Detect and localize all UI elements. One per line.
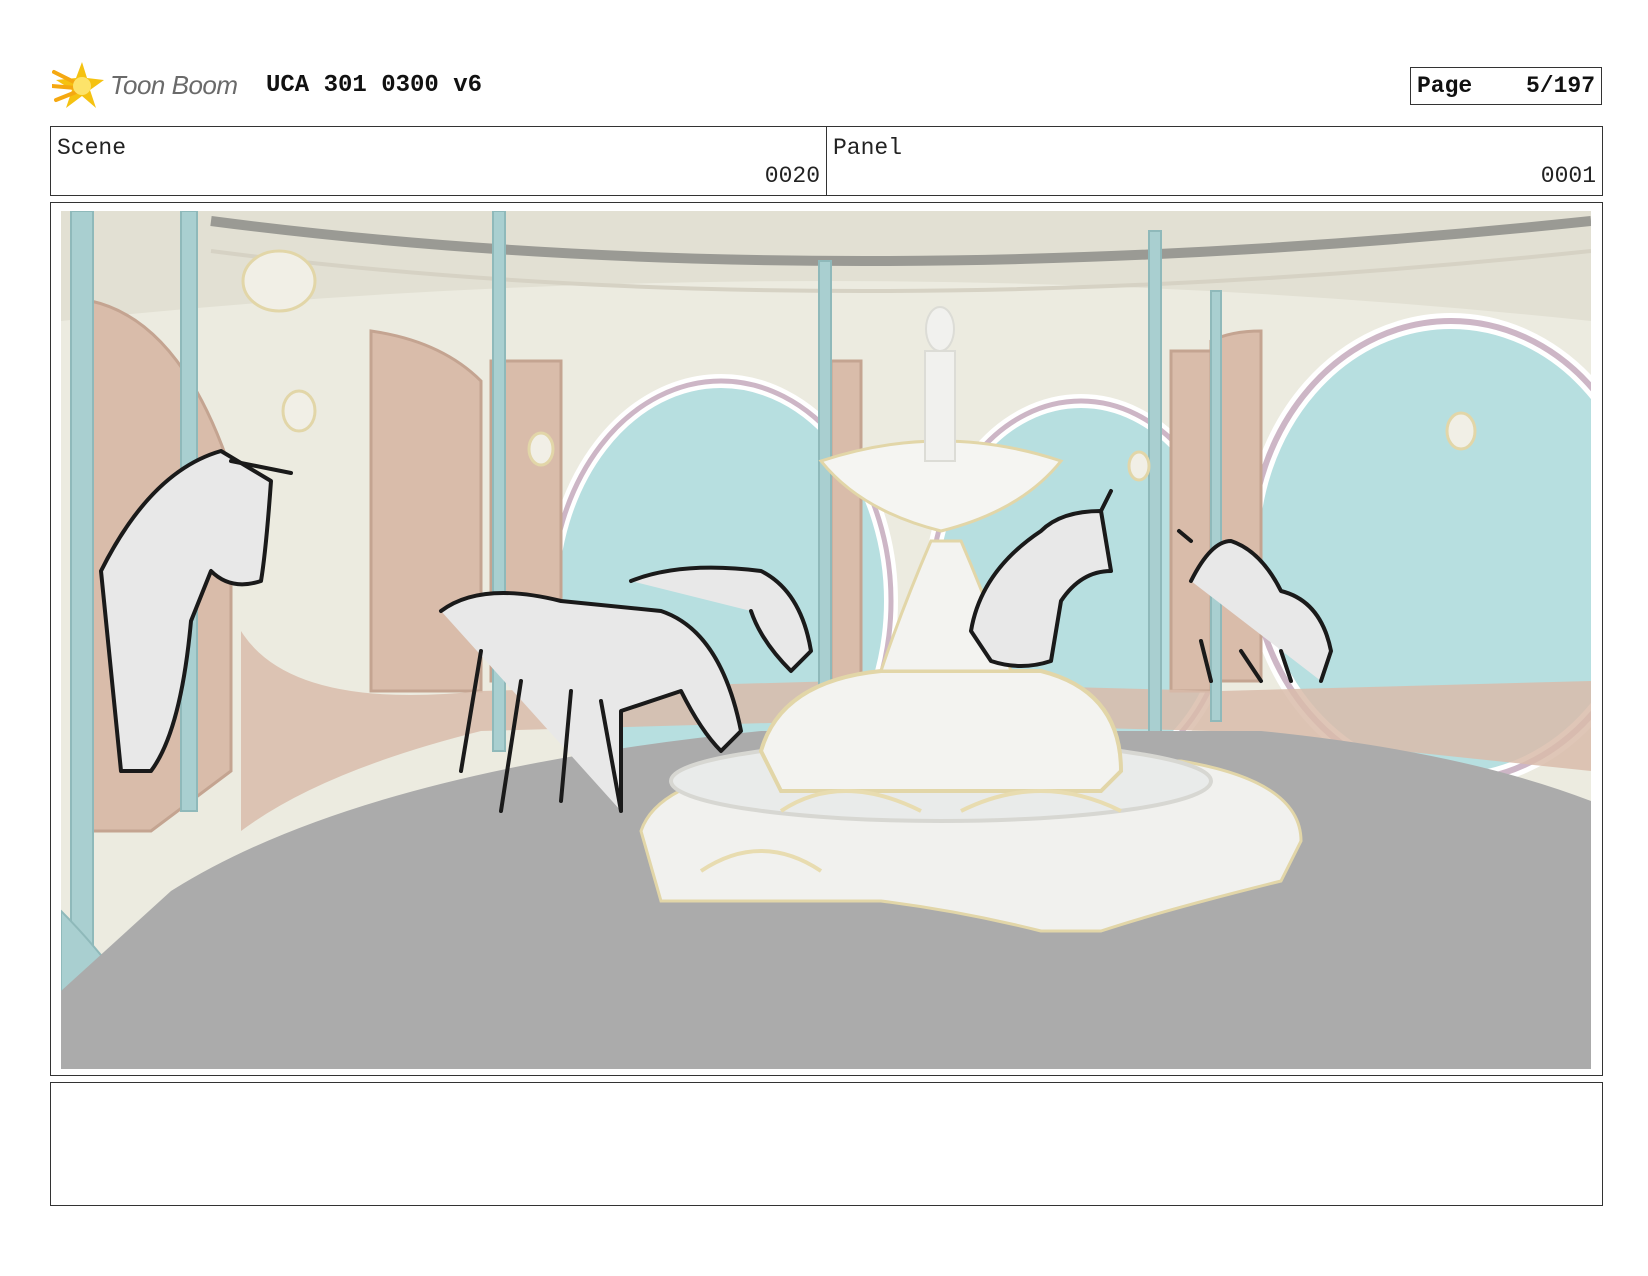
toon-boom-logo: Toon Boom [52, 58, 252, 114]
panel-field: Panel 0001 [827, 127, 1602, 195]
scene-label: Scene [57, 135, 127, 161]
page-label: Page [1417, 73, 1473, 99]
panel-notes-box [50, 1082, 1603, 1206]
brand-name: Toon Boom [110, 70, 238, 100]
scene-number: 0020 [764, 163, 820, 189]
storyboard-drawing [61, 211, 1591, 1069]
scene-panel-header: Scene 0020 Panel 0001 [50, 126, 1603, 196]
project-title: UCA 301 0300 v6 [266, 72, 483, 99]
toon-boom-star-icon [52, 62, 104, 108]
panel-number: 0001 [1540, 163, 1596, 189]
page-indicator: Page 5/197 [1410, 67, 1602, 105]
storyboard-panel-frame [50, 202, 1603, 1076]
panel-label: Panel [833, 135, 903, 161]
scene-field: Scene 0020 [51, 127, 827, 195]
page-number: 5/197 [1525, 73, 1595, 99]
